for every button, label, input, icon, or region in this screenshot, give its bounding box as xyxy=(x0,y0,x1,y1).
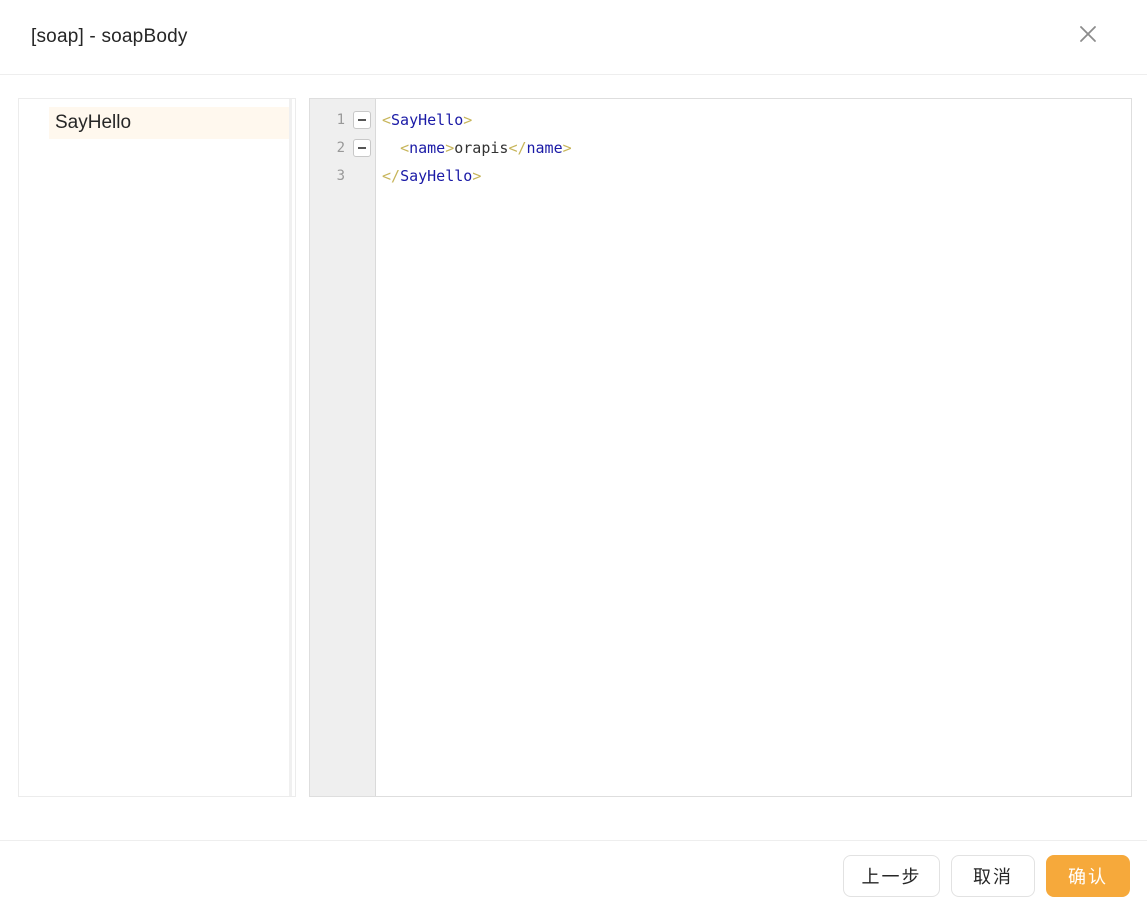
xml-text: orapis xyxy=(454,139,509,157)
dialog-title: [soap] - soapBody xyxy=(31,26,188,47)
line-number: 2 xyxy=(336,140,345,156)
close-button[interactable] xyxy=(1074,20,1102,48)
line-number: 1 xyxy=(336,112,345,128)
code-line: </SayHello> xyxy=(382,167,482,185)
previous-step-button[interactable]: 上一步 xyxy=(843,855,940,897)
code-line: <SayHello> xyxy=(382,111,473,129)
xml-code-editor[interactable]: 1 2 3 <SayHello> <name>orapis</name> </S… xyxy=(309,98,1132,797)
editor-gutter: 1 2 3 xyxy=(310,99,376,796)
fold-toggle-icon[interactable] xyxy=(353,139,371,157)
dialog-header: [soap] - soapBody xyxy=(0,0,1147,75)
xml-tag: name xyxy=(526,139,563,157)
soap-body-dialog: [soap] - soapBody SayHello 1 2 3 <SayHel… xyxy=(0,0,1147,913)
operation-tree: SayHello xyxy=(18,98,296,797)
code-content[interactable]: <SayHello> <name>orapis</name> </SayHell… xyxy=(382,106,572,190)
tree-node-sayhello[interactable]: SayHello xyxy=(49,107,291,139)
dialog-footer: 上一步 取消 确认 xyxy=(0,840,1147,913)
cancel-button[interactable]: 取消 xyxy=(951,855,1035,897)
tree-node-label: SayHello xyxy=(55,112,132,133)
line-number: 3 xyxy=(336,168,345,184)
code-line: <name>orapis</name> xyxy=(400,139,572,157)
tree-scrollbar[interactable] xyxy=(289,99,292,796)
xml-tag: SayHello xyxy=(400,167,473,185)
close-icon xyxy=(1080,26,1096,42)
xml-tag: name xyxy=(409,139,446,157)
confirm-button[interactable]: 确认 xyxy=(1046,855,1130,897)
xml-tag: SayHello xyxy=(391,111,464,129)
fold-toggle-icon[interactable] xyxy=(353,111,371,129)
